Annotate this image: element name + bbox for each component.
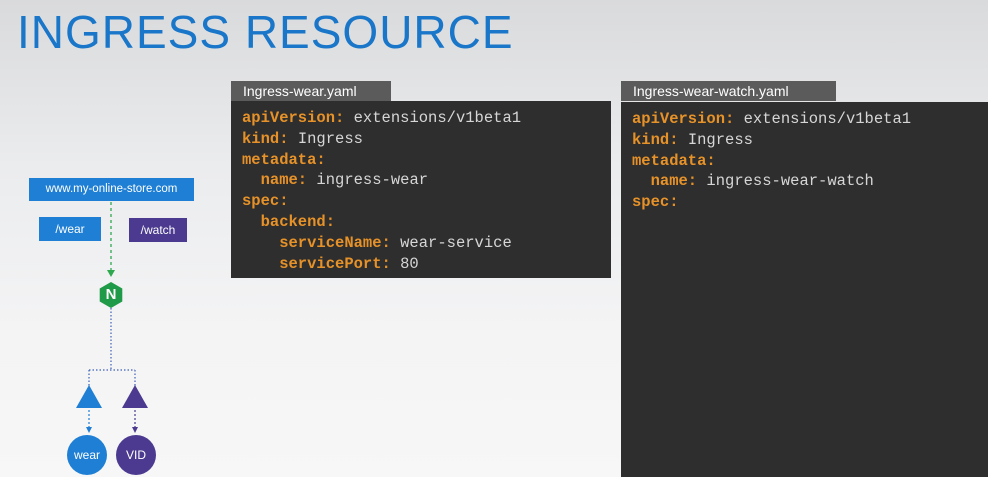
yaml-value: wear-service — [390, 233, 512, 252]
code-line: metadata: — [632, 151, 977, 172]
path-watch: /watch — [129, 218, 187, 242]
green-arrowhead — [107, 270, 115, 277]
code-line: backend: — [242, 212, 600, 233]
code-line: name: ingress-wear — [242, 170, 600, 191]
code-line: spec: — [632, 192, 977, 213]
wear-pod-icon — [76, 385, 102, 408]
yaml-key: backend: — [242, 212, 336, 231]
yaml-value: extensions/v1beta1 — [734, 110, 912, 128]
yaml-value: Ingress — [678, 130, 753, 149]
yaml-value: ingress-wear — [307, 171, 429, 190]
code-line: kind: Ingress — [632, 130, 977, 151]
yaml-key: apiVersion: — [242, 109, 345, 127]
yaml-key: name: — [242, 171, 308, 190]
code-line: metadata: — [242, 150, 600, 171]
yaml-key: name: — [632, 172, 698, 191]
wear-service-circle: wear — [67, 435, 107, 475]
yaml-key: kind: — [242, 129, 289, 148]
nginx-icon: N — [97, 281, 125, 309]
file2-code: apiVersion: extensions/v1beta1 kind: Ingr… — [621, 102, 988, 477]
file1-tab: Ingress-wear.yaml — [231, 81, 391, 101]
yaml-value: ingress-wear-watch — [697, 172, 874, 191]
yaml-value: extensions/v1beta1 — [344, 109, 522, 127]
yaml-key: metadata: — [242, 150, 326, 169]
yaml-key: servicePort: — [242, 254, 391, 273]
code-line: servicePort: 80 — [242, 254, 600, 275]
yaml-key: metadata: — [632, 151, 716, 170]
path-wear: /wear — [39, 217, 101, 241]
code-line: apiVersion: extensions/v1beta1 — [632, 109, 977, 130]
vid-service-circle: VID — [116, 435, 156, 475]
yaml-key: spec: — [242, 192, 289, 211]
yaml-key: kind: — [632, 130, 679, 149]
code-line: serviceName: wear-service — [242, 233, 600, 254]
code-line: apiVersion: extensions/v1beta1 — [242, 108, 600, 129]
yaml-value: Ingress — [288, 129, 363, 148]
yaml-key: serviceName: — [242, 233, 391, 252]
code-line: spec: — [242, 191, 600, 212]
yaml-key: apiVersion: — [632, 110, 735, 128]
page-title: INGRESS RESOURCE — [17, 6, 514, 58]
yaml-value: 80 — [390, 254, 419, 273]
code-line: kind: Ingress — [242, 129, 600, 150]
file2-tab: Ingress-wear-watch.yaml — [621, 81, 836, 101]
host-box: www.my-online-store.com — [29, 178, 194, 201]
nginx-label: N — [105, 286, 117, 303]
watch-pod-icon — [122, 385, 148, 408]
wear-arrowhead — [86, 427, 92, 433]
yaml-key: spec: — [632, 193, 679, 212]
code-line: name: ingress-wear-watch — [632, 171, 977, 192]
watch-arrowhead — [132, 427, 138, 433]
file1-code: apiVersion: extensions/v1beta1 kind: Ingr… — [231, 101, 611, 278]
